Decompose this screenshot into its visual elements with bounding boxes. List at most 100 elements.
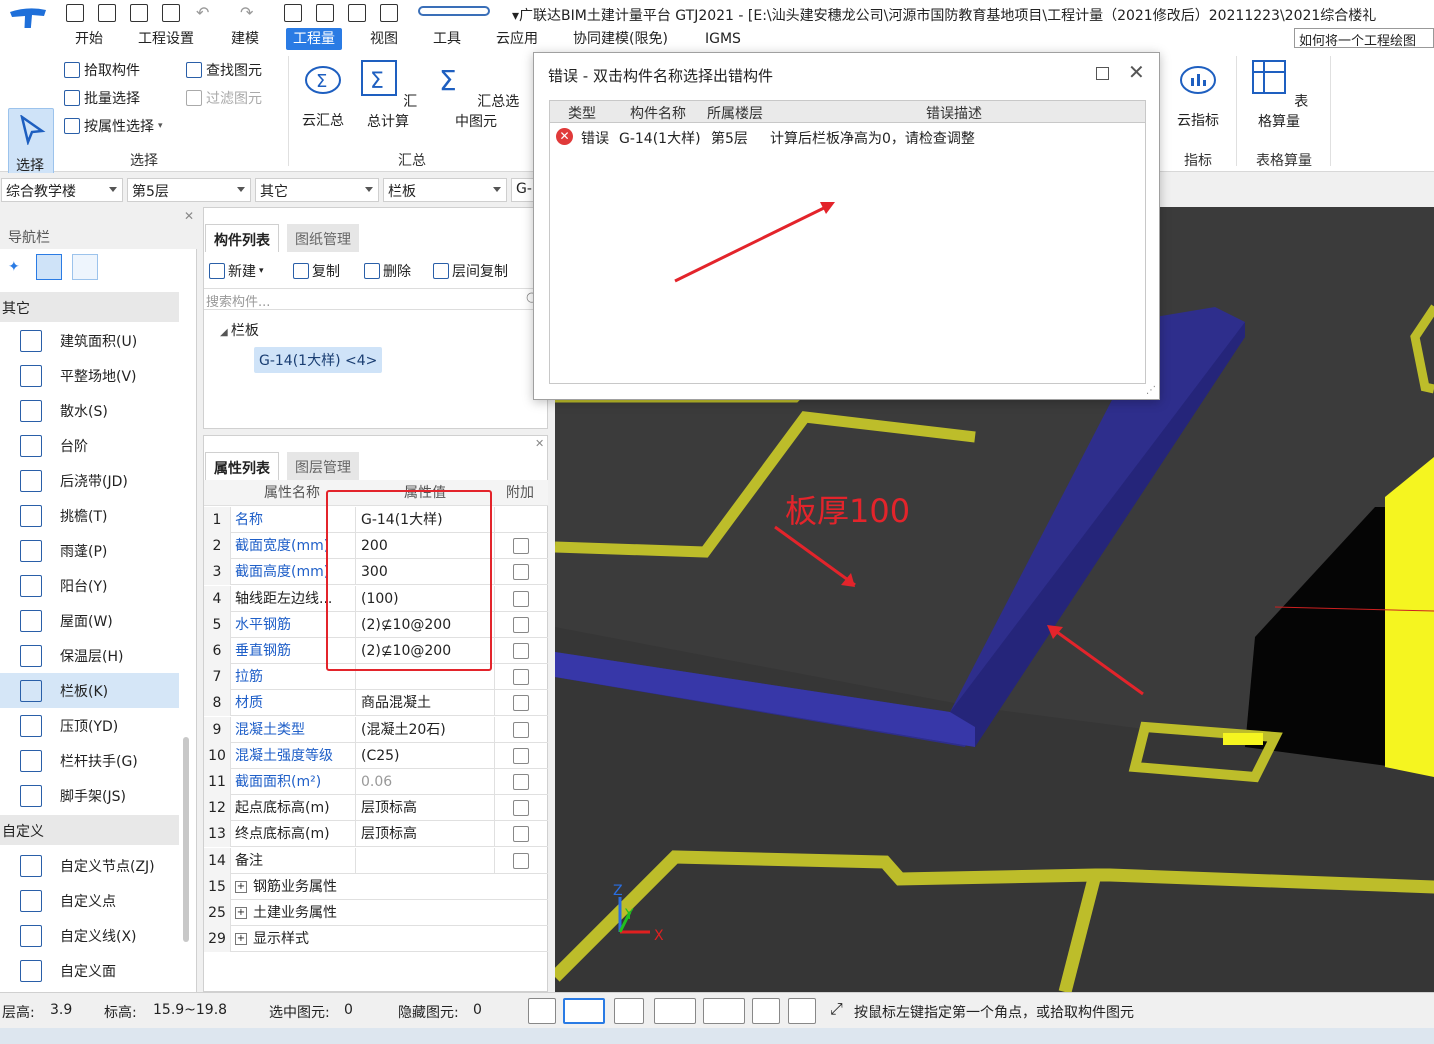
error-component-name[interactable]: G-14(1大样): [619, 128, 701, 148]
property-row[interactable]: 15 + 钢筋业务属性: [204, 873, 548, 900]
filter-element-button[interactable]: 过滤图元: [186, 88, 262, 108]
property-value[interactable]: (C25): [357, 742, 495, 769]
summary-calc-button[interactable]: Σ 汇总计算: [356, 58, 420, 131]
nav-section-other[interactable]: 其它: [0, 292, 179, 322]
nav-item[interactable]: 雨蓬(P): [0, 533, 179, 568]
floor-select[interactable]: 第5层: [127, 178, 251, 202]
tab-layer-manage[interactable]: 图层管理: [287, 452, 359, 480]
save-icon[interactable]: [162, 4, 180, 22]
nav-custom-item[interactable]: 自定义面: [0, 953, 179, 988]
tab-quantity[interactable]: 工程量: [286, 28, 342, 50]
property-value[interactable]: 0.06: [357, 769, 495, 795]
tab-component-list[interactable]: 构件列表: [205, 224, 279, 252]
category-select[interactable]: 其它: [255, 178, 379, 202]
batch-select-button[interactable]: 批量选择: [64, 88, 140, 108]
resize-grip-icon[interactable]: ⋰: [1146, 385, 1156, 396]
extra-checkbox[interactable]: [513, 643, 529, 659]
table-calc-button[interactable]: 表格算量: [1244, 58, 1314, 131]
layout-icon[interactable]: [316, 4, 334, 22]
nav-item[interactable]: 栏杆扶手(G): [0, 743, 179, 778]
extra-checkbox[interactable]: [513, 747, 529, 764]
cloud-index-button[interactable]: 云指标: [1172, 58, 1224, 130]
maximize-icon[interactable]: [1096, 67, 1109, 80]
extra-checkbox[interactable]: [513, 852, 529, 869]
property-value[interactable]: [357, 847, 495, 874]
property-value[interactable]: 层顶标高: [357, 821, 495, 848]
nav-item[interactable]: 保温层(H): [0, 638, 179, 673]
property-row[interactable]: 9 混凝土类型 (混凝土20石): [204, 716, 548, 743]
redo-icon[interactable]: ↷: [240, 3, 253, 22]
property-row[interactable]: 8 材质 商品混凝土: [204, 690, 548, 717]
expand-icon[interactable]: +: [235, 907, 247, 919]
close-icon[interactable]: ✕: [184, 209, 194, 223]
detail-view-icon[interactable]: [72, 254, 98, 280]
close-icon[interactable]: ✕: [535, 437, 544, 450]
property-row[interactable]: 29 + 显示样式: [204, 926, 548, 953]
extra-checkbox[interactable]: [513, 800, 529, 817]
find-element-button[interactable]: 查找图元: [186, 60, 262, 80]
property-row[interactable]: 14 备注: [204, 847, 548, 874]
close-icon[interactable]: ✕: [1128, 61, 1145, 83]
angle-toggle[interactable]: [654, 998, 696, 1024]
extra-checkbox[interactable]: [513, 695, 529, 712]
nav-item[interactable]: 平整场地(V): [0, 358, 179, 393]
nav-item[interactable]: 挑檐(T): [0, 498, 179, 533]
tree-node-parapet[interactable]: ◢ 栏板: [220, 320, 259, 340]
property-row[interactable]: 25 + 土建业务属性: [204, 900, 548, 926]
tab-start[interactable]: 开始: [68, 28, 110, 50]
grid2-icon[interactable]: [380, 4, 398, 22]
nav-section-custom[interactable]: 自定义: [0, 815, 179, 845]
tab-modeling[interactable]: 建模: [224, 28, 266, 50]
nav-item[interactable]: 压顶(YD): [0, 708, 179, 743]
property-row[interactable]: 10 混凝土强度等级 (C25): [204, 742, 548, 769]
property-value[interactable]: (混凝土20石): [357, 716, 495, 743]
select-by-property-button[interactable]: 按属性选择 ▾: [64, 116, 163, 136]
extra-checkbox[interactable]: [513, 721, 529, 738]
copy-button[interactable]: 复制: [293, 261, 340, 281]
expand-icon[interactable]: +: [235, 880, 247, 893]
delete-button[interactable]: 删除: [364, 261, 411, 281]
nav-item[interactable]: 脚手架(JS): [0, 778, 179, 813]
extra-checkbox[interactable]: [513, 774, 529, 790]
extra-checkbox[interactable]: [513, 564, 529, 581]
pick-component-button[interactable]: 拾取构件: [64, 60, 140, 80]
offset-toggle[interactable]: [703, 998, 745, 1024]
tab-project-settings[interactable]: 工程设置: [131, 28, 201, 50]
summary-selected-button[interactable]: Σ 汇总选中图元: [428, 58, 524, 131]
nav-item[interactable]: 后浇带(JD): [0, 463, 179, 498]
tab-drawing-manage[interactable]: 图纸管理: [287, 224, 359, 252]
open-folder-icon[interactable]: [130, 4, 148, 22]
nav-custom-item[interactable]: 自定义线(X): [0, 918, 179, 953]
nav-item[interactable]: 阳台(Y): [0, 568, 179, 603]
help-search-input[interactable]: 如何将一个工程绘图: [1294, 28, 1434, 48]
property-row[interactable]: 12 起点底标高(m) 层顶标高: [204, 795, 548, 822]
property-row[interactable]: 11 截面面积(m²) 0.06: [204, 769, 548, 795]
property-row[interactable]: 13 终点底标高(m) 层顶标高: [204, 821, 548, 848]
undo-icon[interactable]: ↶: [196, 3, 209, 22]
nav-custom-item[interactable]: 自定义节点(ZJ): [0, 848, 179, 883]
upload-icon[interactable]: [66, 4, 84, 22]
tree-node-component[interactable]: G-14(1大样) <4>: [254, 347, 383, 373]
property-value[interactable]: 层顶标高: [357, 795, 495, 822]
tab-property-list[interactable]: 属性列表: [205, 452, 279, 480]
extra-checkbox[interactable]: [513, 826, 529, 843]
nav-custom-item[interactable]: 自定义点: [0, 883, 179, 918]
floor-copy-button[interactable]: 层间复制: [433, 261, 508, 281]
plus-icon[interactable]: ✦: [8, 259, 20, 275]
nav-item[interactable]: 栏板(K): [0, 673, 179, 708]
cloud-summary-button[interactable]: Σ 云汇总: [300, 58, 346, 130]
grid-icon[interactable]: [348, 4, 366, 22]
nav-item[interactable]: 台阶: [0, 428, 179, 463]
cross-toggle[interactable]: [614, 998, 644, 1024]
error-row[interactable]: ✕ 错误 G-14(1大样) 第5层 计算后栏板净高为0，请检查调整: [550, 125, 1145, 149]
building-select[interactable]: 综合教学楼: [1, 178, 123, 202]
extra-checkbox[interactable]: [513, 669, 529, 686]
new-button[interactable]: 新建 ▾: [209, 261, 264, 281]
tab-collab[interactable]: 协同建模(限免): [566, 28, 675, 50]
nav-item[interactable]: 屋面(W): [0, 603, 179, 638]
nav-item[interactable]: 散水(S): [0, 393, 179, 428]
extra-checkbox[interactable]: [513, 538, 529, 555]
extra-checkbox[interactable]: [513, 590, 529, 607]
sum-icon[interactable]: [284, 4, 302, 22]
slider-icon[interactable]: [418, 6, 490, 16]
